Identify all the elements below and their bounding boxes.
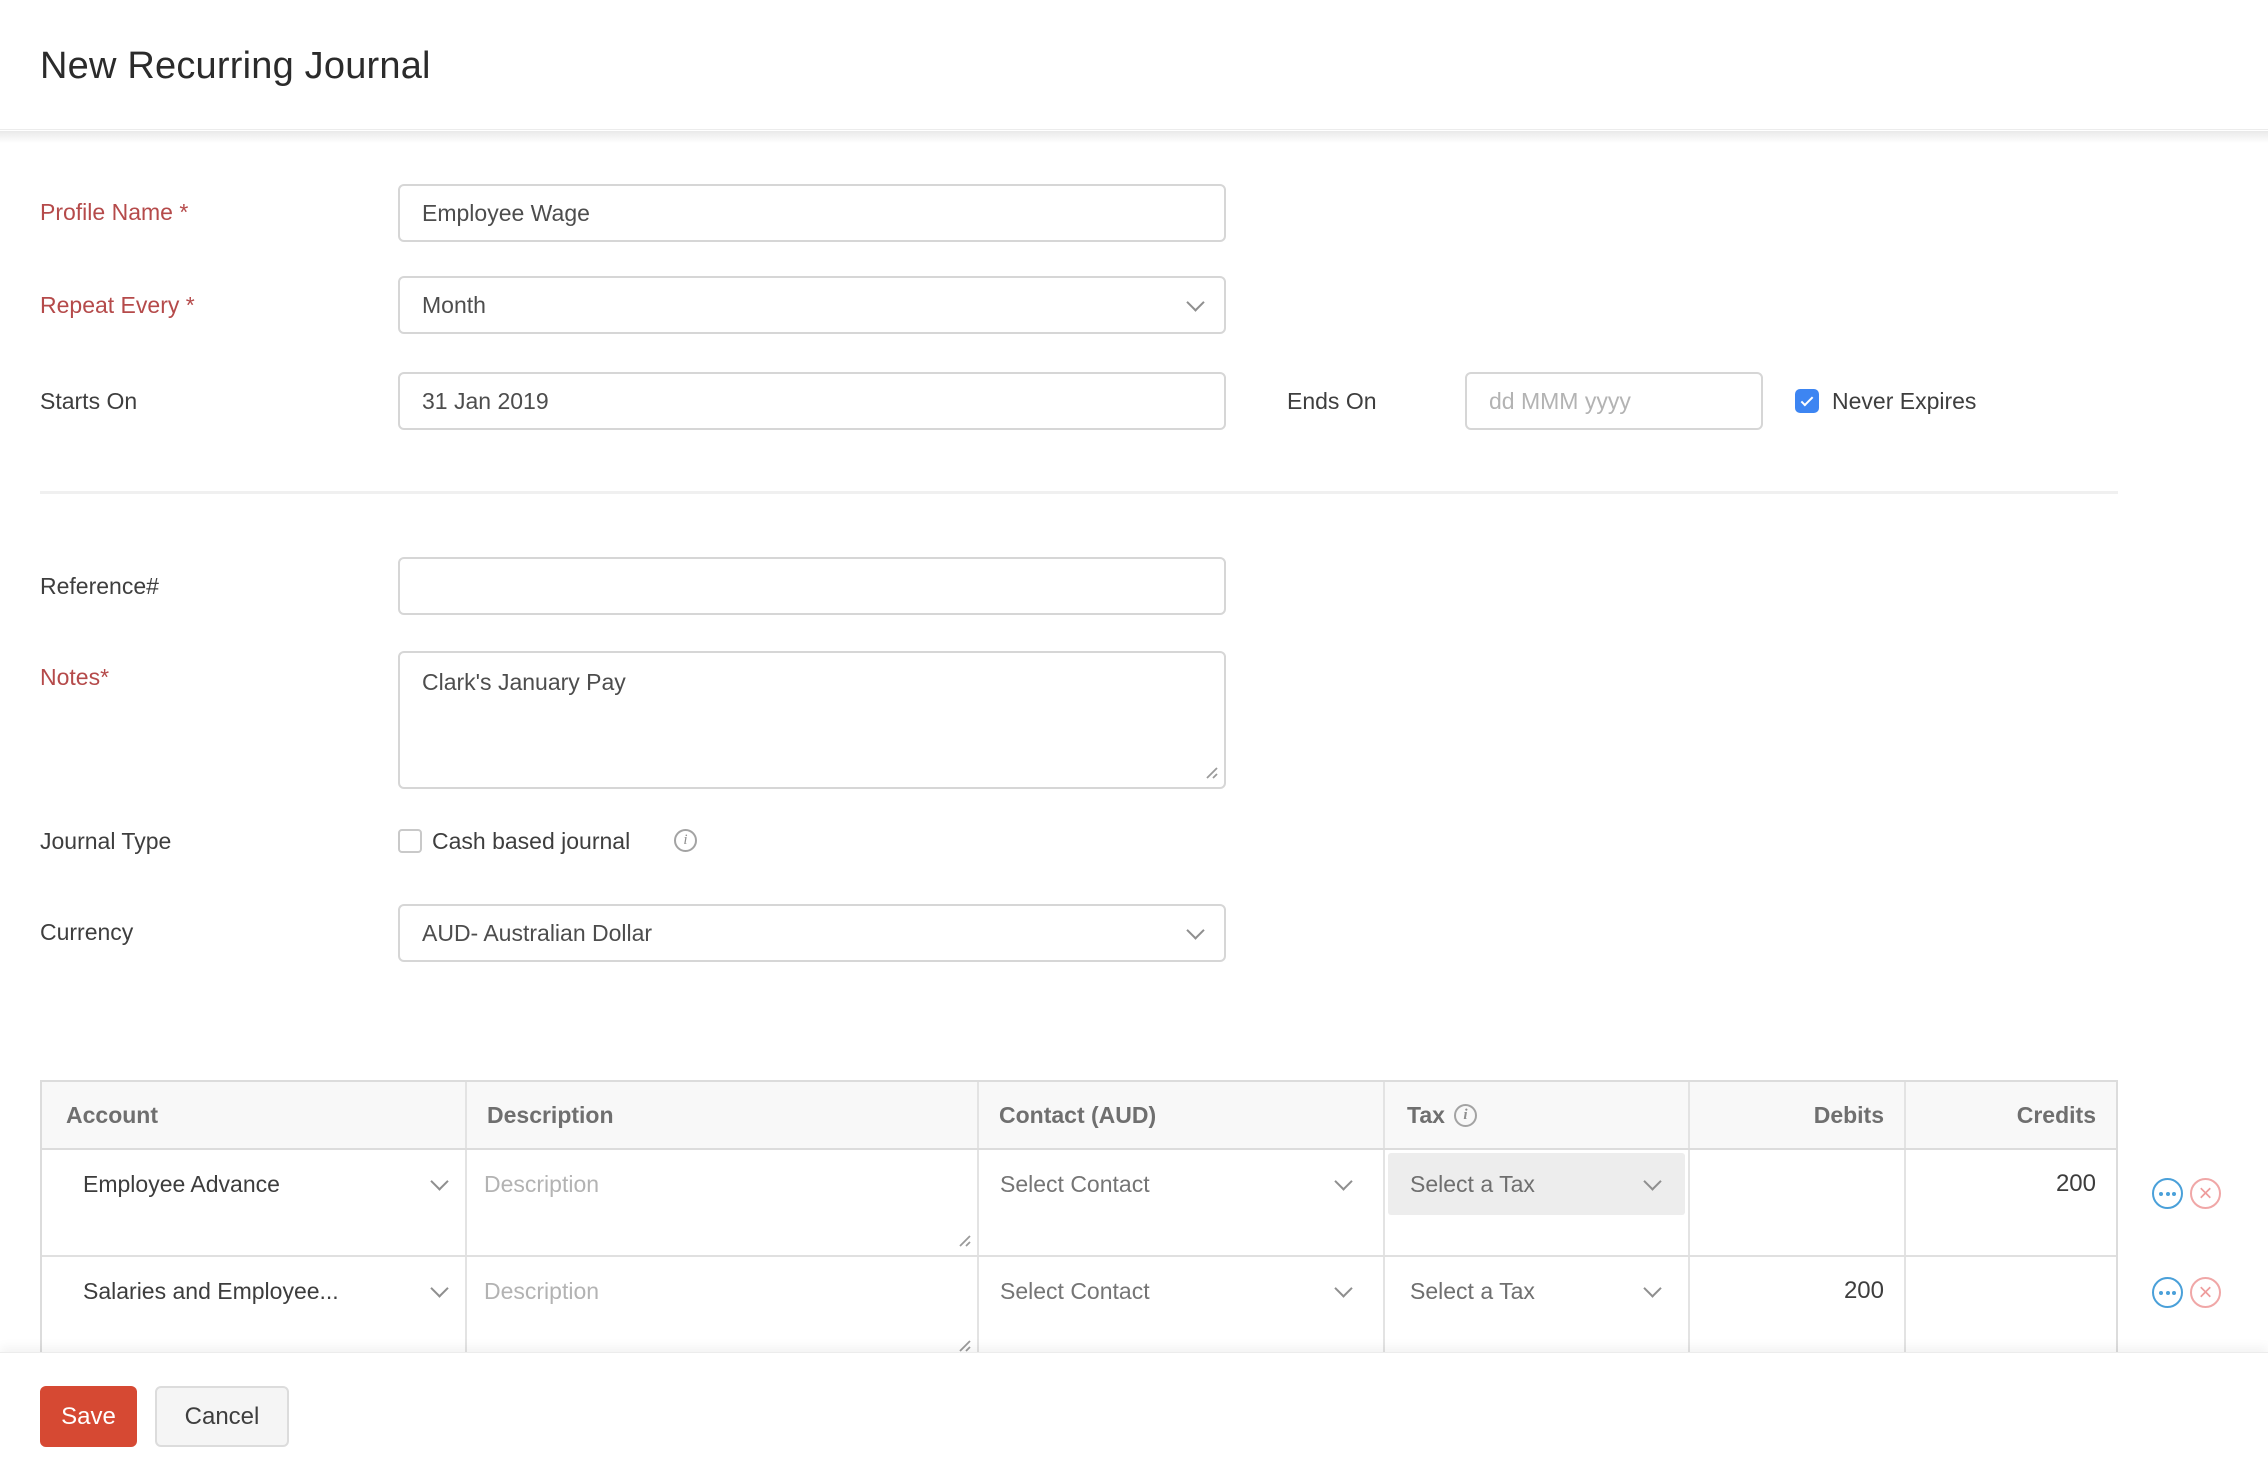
header-debits: Debits	[1688, 1082, 1904, 1148]
resize-handle-icon[interactable]	[1203, 764, 1218, 779]
save-button[interactable]: Save	[40, 1386, 137, 1447]
resize-handle-icon[interactable]	[956, 1337, 971, 1352]
notes-value: Clark's January Pay	[422, 669, 626, 695]
repeat-every-select[interactable]: Month	[398, 276, 1226, 334]
contact-placeholder: Select Contact	[1000, 1170, 1150, 1197]
debits-input[interactable]: 200	[1690, 1260, 1904, 1322]
description-placeholder: Description	[484, 1277, 600, 1304]
ends-on-label: Ends On	[1287, 388, 1377, 414]
section-divider	[40, 491, 2118, 494]
row-more-options-icon[interactable]	[2152, 1178, 2183, 1209]
account-select[interactable]: Salaries and Employee...	[45, 1260, 462, 1322]
credits-input[interactable]	[1906, 1260, 2116, 1322]
chevron-down-icon	[1334, 1278, 1353, 1298]
chevron-down-icon	[1643, 1171, 1662, 1191]
tax-placeholder: Select a Tax	[1410, 1170, 1535, 1197]
chevron-down-icon	[1643, 1278, 1662, 1298]
header-account: Account	[66, 1101, 158, 1128]
header-tax-label: Tax	[1407, 1101, 1445, 1128]
chevron-down-icon	[1186, 292, 1205, 312]
chevron-down-icon	[1186, 920, 1205, 940]
new-recurring-journal-page: New Recurring Journal Profile Name * Emp…	[0, 0, 2268, 1478]
description-textarea[interactable]: Description	[470, 1153, 974, 1215]
journal-type-label: Journal Type	[40, 828, 172, 854]
debits-input[interactable]	[1690, 1153, 1904, 1215]
account-value: Employee Advance	[83, 1170, 280, 1197]
reference-input[interactable]	[398, 557, 1226, 615]
repeat-every-value: Month	[422, 291, 486, 318]
chevron-down-icon	[430, 1278, 449, 1298]
profile-name-label: Profile Name *	[40, 199, 189, 225]
row-actions: ×	[2152, 1178, 2221, 1209]
tax-placeholder: Select a Tax	[1410, 1277, 1535, 1304]
table-row: Salaries and Employee... Description Sel…	[42, 1255, 2116, 1352]
header-tax: Tax i	[1383, 1082, 1688, 1148]
footer-bar: Save Cancel	[0, 1352, 2268, 1478]
reference-label: Reference#	[40, 573, 159, 599]
description-textarea[interactable]: Description	[470, 1260, 974, 1322]
chevron-down-icon	[430, 1171, 449, 1191]
row-delete-icon[interactable]: ×	[2190, 1277, 2221, 1308]
tax-select[interactable]: Select a Tax	[1388, 1153, 1685, 1215]
row-delete-icon[interactable]: ×	[2190, 1178, 2221, 1209]
tax-select[interactable]: Select a Tax	[1388, 1260, 1685, 1322]
resize-handle-icon[interactable]	[956, 1232, 971, 1247]
contact-select[interactable]: Select Contact	[982, 1260, 1380, 1322]
info-icon[interactable]: i	[674, 829, 697, 852]
chevron-down-icon	[1334, 1171, 1353, 1191]
cash-based-journal-label: Cash based journal	[432, 828, 631, 854]
never-expires-checkbox[interactable]	[1795, 389, 1819, 413]
contact-select[interactable]: Select Contact	[982, 1153, 1380, 1215]
profile-name-input[interactable]: Employee Wage	[398, 184, 1226, 242]
cancel-button[interactable]: Cancel	[155, 1386, 289, 1447]
repeat-every-label: Repeat Every *	[40, 292, 195, 318]
starts-on-input[interactable]: 31 Jan 2019	[398, 372, 1226, 430]
row-actions: ×	[2152, 1277, 2221, 1308]
currency-value: AUD- Australian Dollar	[422, 919, 653, 946]
currency-label: Currency	[40, 919, 134, 945]
row-more-options-icon[interactable]	[2152, 1277, 2183, 1308]
account-value: Salaries and Employee...	[83, 1277, 339, 1304]
account-select[interactable]: Employee Advance	[45, 1153, 462, 1215]
ends-on-input[interactable]: dd MMM yyyy	[1465, 372, 1763, 430]
checkmark-icon	[1800, 393, 1814, 406]
contact-placeholder: Select Contact	[1000, 1277, 1150, 1304]
header-description: Description	[465, 1082, 977, 1148]
line-items-table: Account Description Contact (AUD) Tax i …	[40, 1080, 2118, 1354]
description-placeholder: Description	[484, 1170, 600, 1197]
never-expires-label: Never Expires	[1832, 388, 1977, 414]
table-header-row: Account Description Contact (AUD) Tax i …	[42, 1082, 2116, 1150]
starts-on-label: Starts On	[40, 388, 138, 414]
notes-textarea[interactable]: Clark's January Pay	[398, 651, 1226, 789]
ends-on-placeholder: dd MMM yyyy	[1489, 387, 1631, 414]
table-row: Employee Advance Description Select Cont…	[42, 1150, 2116, 1255]
notes-label: Notes*	[40, 664, 110, 690]
header-credits: Credits	[1904, 1082, 2116, 1148]
cash-based-journal-checkbox[interactable]	[398, 829, 422, 853]
page-title: New Recurring Journal	[40, 45, 431, 87]
starts-on-value: 31 Jan 2019	[422, 387, 549, 414]
credits-input[interactable]: 200	[1906, 1153, 2116, 1215]
header-contact: Contact (AUD)	[977, 1082, 1383, 1148]
tax-info-icon[interactable]: i	[1453, 1103, 1477, 1127]
page-header: New Recurring Journal	[0, 0, 2268, 143]
currency-select[interactable]: AUD- Australian Dollar	[398, 904, 1226, 962]
profile-name-value: Employee Wage	[422, 199, 590, 226]
